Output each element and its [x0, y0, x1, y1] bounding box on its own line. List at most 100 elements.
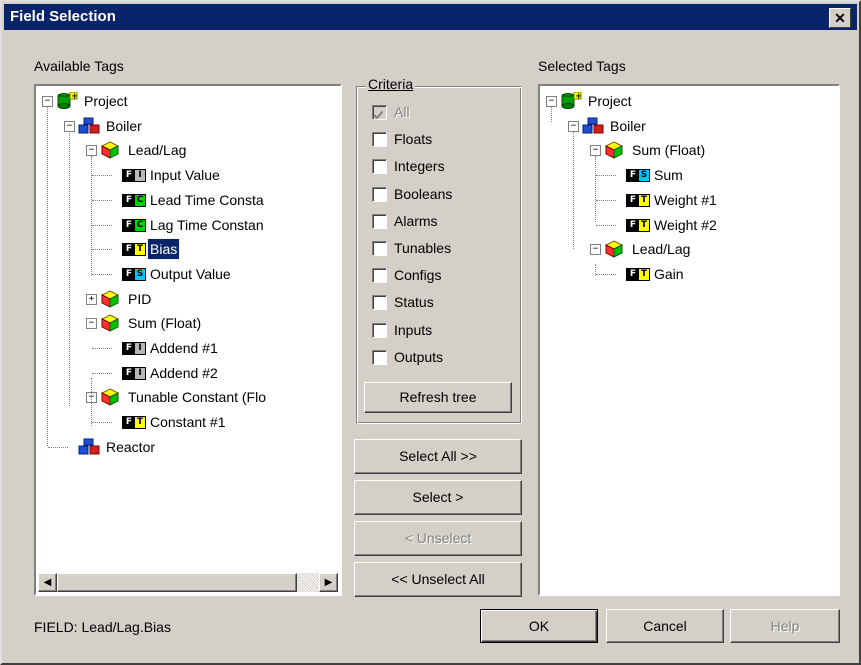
block-icon	[100, 388, 122, 407]
tag-T-icon: FT	[122, 416, 146, 430]
unselect-label: < Unselect	[404, 530, 472, 546]
select-label: Select >	[412, 489, 464, 505]
checkmark-icon	[373, 110, 384, 120]
block-icon	[604, 141, 626, 160]
unselect-all-button[interactable]: << Unselect All	[354, 562, 522, 597]
node-label: Tunable Constant (Flo	[128, 389, 266, 406]
svg-text:+: +	[575, 92, 582, 100]
node-label: Reactor	[106, 438, 156, 455]
project-icon: +	[56, 91, 78, 109]
tag-T-icon: FT	[122, 243, 146, 257]
collapse-icon[interactable]: −	[590, 145, 601, 157]
node-label: Sum (Float)	[632, 142, 706, 159]
tag-S-icon: FS	[626, 169, 650, 183]
available-tags-tree[interactable]: − + Project − Boiler − Lead/Lag F I Input Value F C…	[34, 84, 342, 596]
checkbox-box[interactable]	[372, 213, 387, 229]
selected-tags-tree[interactable]: − + Project − Boiler − Sum (Float) F S Sum F T Weigh…	[538, 84, 840, 596]
field-selection-dialog: Field Selection ✕ Available Tags − + Proje…	[0, 0, 861, 665]
scroll-track[interactable]	[297, 573, 319, 592]
field-status: FIELD: Lead/Lag.Bias	[34, 619, 171, 635]
node-label: Project	[84, 93, 128, 109]
help-button[interactable]: Help	[730, 609, 840, 643]
tag-I-icon: FI	[122, 366, 146, 380]
checkbox-box[interactable]	[372, 349, 387, 365]
node-label: PID	[128, 290, 152, 307]
horizontal-scrollbar[interactable]: ◀ ▶	[38, 573, 338, 592]
window-title: Field Selection	[10, 8, 116, 25]
unit-icon	[582, 117, 604, 134]
node-label: Constant #1	[150, 414, 226, 431]
checkbox-box[interactable]	[372, 159, 387, 175]
checkbox-label: Outputs	[394, 348, 444, 365]
select-button[interactable]: Select >	[354, 480, 522, 515]
checkbox-label: Integers	[394, 158, 445, 175]
node-label: Lead/Lag	[128, 142, 187, 159]
cancel-label: Cancel	[643, 618, 687, 634]
checkbox-box[interactable]	[372, 268, 387, 284]
title-bar: Field Selection ✕	[4, 4, 857, 30]
tag-I-icon: FI	[122, 169, 146, 183]
node-label: Boiler	[106, 117, 142, 134]
node-label: Project	[588, 93, 632, 109]
select-all-button[interactable]: Select All >>	[354, 439, 522, 474]
criteria-label-text: Criteria	[368, 76, 414, 92]
scroll-left-icon: ◀	[43, 577, 52, 588]
svg-text:+: +	[71, 92, 78, 100]
scroll-right-button[interactable]: ▶	[319, 573, 338, 592]
collapse-icon[interactable]: −	[590, 244, 601, 256]
help-label: Help	[770, 618, 800, 634]
available-tags-label: Available Tags	[34, 58, 124, 74]
selected-tags-label: Selected Tags	[538, 58, 626, 74]
node-label: Output Value	[150, 265, 231, 282]
node-label: Addend #1	[150, 340, 218, 356]
node-label: Bias	[146, 238, 181, 261]
block-icon	[100, 290, 122, 308]
scroll-right-icon: ▶	[324, 577, 333, 588]
unselect-all-label: << Unselect All	[391, 571, 485, 587]
node-label: Addend #2	[150, 364, 218, 381]
checkbox-box[interactable]	[372, 105, 387, 120]
checkbox-box[interactable]	[372, 322, 387, 338]
ok-label: OK	[528, 618, 550, 634]
cancel-button[interactable]: Cancel	[606, 609, 724, 643]
block-icon	[100, 314, 122, 333]
node-label: Boiler	[610, 117, 646, 134]
checkbox-label: All	[394, 104, 410, 120]
checkbox-box[interactable]	[372, 132, 387, 148]
criteria-label: Criteria	[366, 76, 416, 92]
checkbox-label: Status	[394, 294, 434, 311]
block-icon	[604, 240, 626, 258]
node-label: Weight #2	[654, 216, 717, 233]
checkbox-box[interactable]	[372, 186, 387, 202]
checkbox-label: Tunables	[394, 240, 452, 256]
node-label: Lag Time Constan	[150, 216, 264, 233]
node-label: Sum (Float)	[128, 315, 202, 332]
tag-S-icon: FS	[122, 267, 146, 281]
tag-T-icon: FT	[626, 267, 650, 281]
node-label: Weight #1	[654, 191, 717, 208]
checkbox-label: Floats	[394, 131, 433, 148]
tag-C-icon: FC	[122, 193, 146, 207]
scroll-left-button[interactable]: ◀	[38, 573, 57, 592]
checkbox-box[interactable]	[372, 241, 387, 256]
expand-icon[interactable]: +	[86, 293, 97, 305]
refresh-tree-button[interactable]: Refresh tree	[364, 382, 512, 413]
scroll-thumb[interactable]	[57, 573, 297, 592]
select-all-label: Select All >>	[399, 448, 477, 464]
close-button[interactable]: ✕	[829, 8, 851, 28]
tag-T-icon: FT	[626, 193, 650, 207]
unselect-button[interactable]: < Unselect	[354, 521, 522, 556]
checkbox-label: Inputs	[394, 321, 433, 338]
tag-C-icon: FC	[122, 218, 146, 232]
node-label: Lead Time Consta	[150, 191, 264, 208]
unit-icon	[78, 438, 100, 455]
checkbox-label: Configs	[394, 267, 442, 284]
collapse-icon[interactable]: −	[86, 145, 97, 157]
ok-button[interactable]: OK	[480, 609, 598, 643]
collapse-icon[interactable]: −	[86, 318, 97, 330]
project-icon: +	[560, 91, 582, 109]
tag-T-icon: FT	[626, 218, 650, 232]
checkbox-label: Alarms	[394, 212, 438, 229]
checkbox-box[interactable]	[372, 295, 387, 311]
block-icon	[100, 141, 122, 160]
